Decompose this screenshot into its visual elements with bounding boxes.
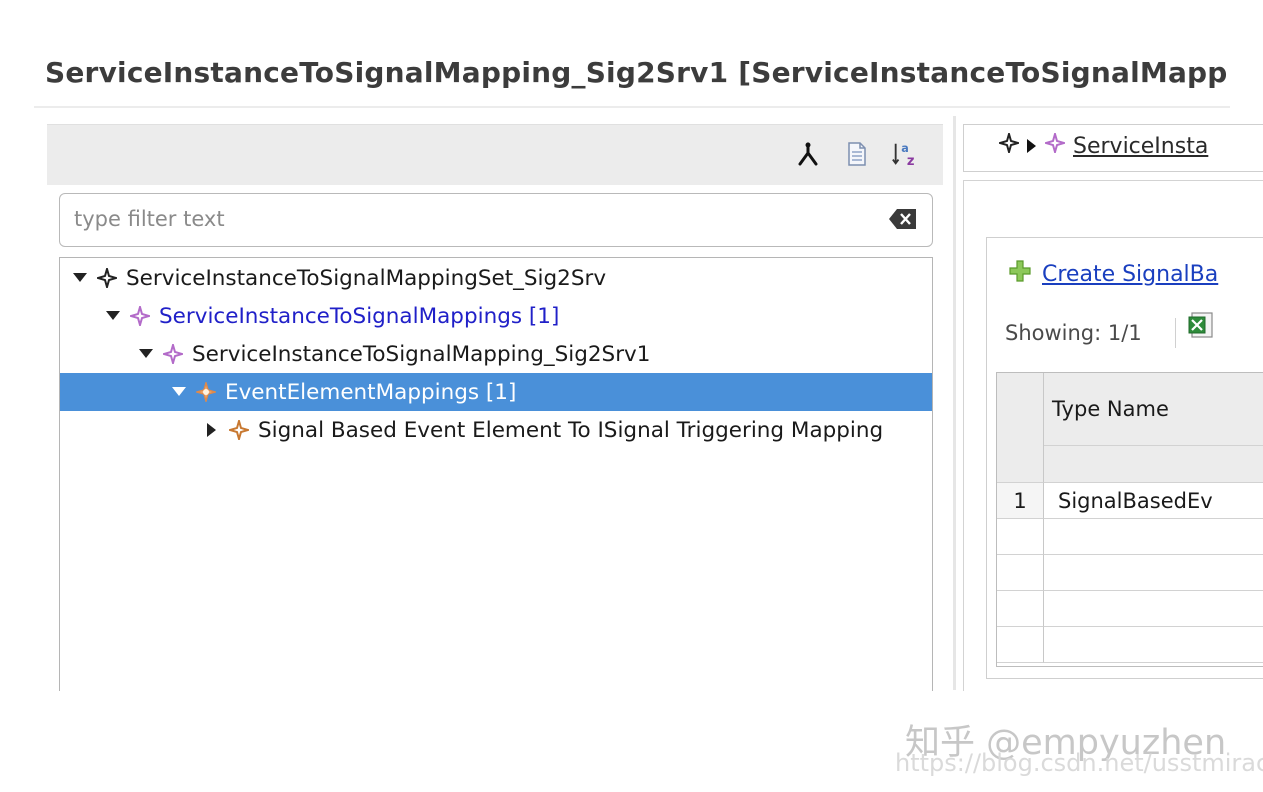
title-separator (34, 106, 1230, 108)
watermark-url: https://blog.csdn.net/usstmiracle (895, 749, 1263, 777)
row-index-label: 1 (1013, 488, 1027, 513)
tree-node-mapping-set[interactable]: ServiceInstanceToSignalMappingSet_Sig2Sr… (60, 259, 932, 297)
tree-node-label: ServiceInstanceToSignalMapping_Sig2Srv1 (192, 341, 651, 367)
chevron-down-icon[interactable] (103, 306, 123, 326)
type-name-cell: SignalBasedEv (1058, 488, 1213, 513)
chevron-right-icon[interactable] (202, 420, 222, 440)
element-icon (996, 130, 1022, 159)
tree-node-label: EventElementMappings [1] (225, 379, 517, 405)
breadcrumb-link[interactable]: ServiceInsta (1073, 134, 1208, 159)
svg-text:a: a (901, 142, 909, 155)
clear-filter-icon[interactable] (888, 207, 918, 235)
tree-node-event-element-mappings[interactable]: EventElementMappings [1] (60, 373, 932, 411)
element-icon (129, 305, 151, 327)
sort-alphabetically-icon[interactable]: a z (891, 139, 919, 169)
table-corner-header (997, 373, 1044, 483)
chevron-down-icon[interactable] (169, 382, 189, 402)
link-with-editor-icon[interactable] (794, 139, 822, 169)
pane-splitter[interactable] (953, 116, 956, 690)
create-signal-based-link[interactable]: Create SignalBa (1008, 259, 1218, 289)
tree-node-mappings[interactable]: ServiceInstanceToSignalMappings [1] (60, 297, 932, 335)
element-icon (162, 343, 184, 365)
column-header-type-name[interactable]: Type Name (1044, 373, 1263, 446)
tree-node-label: ServiceInstanceToSignalMappingSet_Sig2Sr… (126, 265, 607, 291)
document-icon[interactable] (843, 139, 871, 169)
toolbar-separator (1175, 318, 1176, 348)
table-row-index (997, 519, 1044, 555)
table-row (1044, 555, 1263, 591)
column-header-label: Type Name (1052, 397, 1169, 421)
filter-input[interactable] (74, 204, 854, 234)
add-icon (1008, 259, 1032, 289)
editor-title: ServiceInstanceToSignalMapping_Sig2Srv1 … (45, 56, 1229, 89)
tree-node-label: ServiceInstanceToSignalMappings [1] (159, 303, 560, 329)
create-link-label[interactable]: Create SignalBa (1042, 262, 1218, 287)
element-icon (96, 267, 118, 289)
chevron-down-icon[interactable] (70, 268, 90, 288)
element-icon (195, 381, 217, 403)
table-row-index (997, 555, 1044, 591)
tree-node-label: Signal Based Event Element To ISignal Tr… (258, 417, 884, 443)
table-row (1044, 519, 1263, 555)
filter-field (59, 193, 933, 247)
tree-node-signal-based-mapping[interactable]: Signal Based Event Element To ISignal Tr… (60, 411, 932, 449)
table-row-index: 1 (997, 483, 1044, 519)
column-filter-cell[interactable] (1044, 446, 1263, 483)
outline-toolbar: a z (47, 124, 943, 185)
table-row-index (997, 591, 1044, 627)
excel-export-icon[interactable] (1186, 311, 1216, 345)
table-row (1044, 627, 1263, 663)
element-icon (228, 419, 250, 441)
outline-tree: ServiceInstanceToSignalMappingSet_Sig2Sr… (59, 257, 933, 691)
breadcrumb: ServiceInsta (963, 124, 1263, 172)
mappings-table: Type Name 1 SignalBasedEv (996, 372, 1263, 667)
svg-text:z: z (907, 154, 915, 169)
table-row[interactable]: SignalBasedEv (1044, 483, 1263, 519)
table-row (1044, 591, 1263, 627)
table-row-index (997, 627, 1044, 663)
tree-node-mapping-sig2srv1[interactable]: ServiceInstanceToSignalMapping_Sig2Srv1 (60, 335, 932, 373)
element-icon (1042, 130, 1068, 159)
showing-count: Showing: 1/1 (1005, 321, 1142, 345)
chevron-down-icon[interactable] (136, 344, 156, 364)
chevron-right-icon[interactable] (1027, 134, 1037, 159)
